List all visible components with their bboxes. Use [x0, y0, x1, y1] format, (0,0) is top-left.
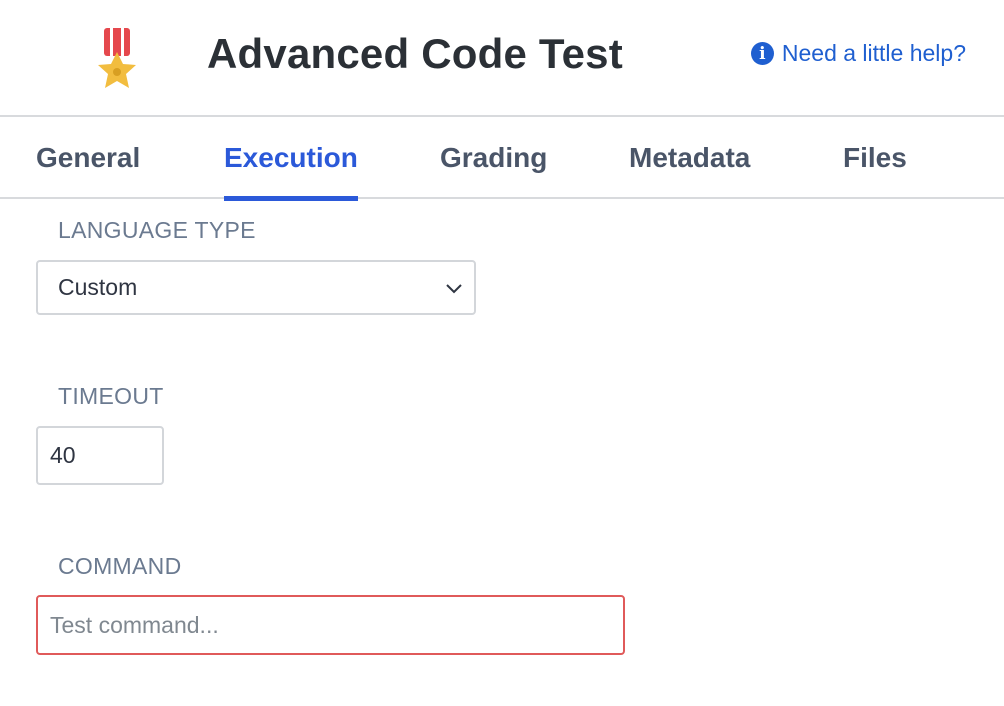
language-type-label: LANGUAGE TYPE: [58, 217, 256, 243]
page-header: Advanced Code Test i Need a little help?: [0, 0, 1004, 117]
timeout-input[interactable]: [36, 426, 164, 485]
chevron-down-icon: [446, 284, 462, 294]
info-icon: i: [750, 42, 774, 65]
tab-general[interactable]: General: [36, 117, 140, 199]
timeout-label: TIMEOUT: [58, 383, 164, 409]
tab-execution[interactable]: Execution: [224, 117, 358, 201]
command-label: COMMAND: [58, 553, 182, 579]
command-input[interactable]: [36, 595, 625, 655]
help-link-label: Need a little help?: [781, 40, 966, 66]
medal-icon: [98, 28, 136, 88]
tab-grading[interactable]: Grading: [440, 117, 547, 199]
tab-files[interactable]: Files: [843, 117, 907, 199]
language-type-value: Custom: [58, 274, 138, 300]
help-link[interactable]: i Need a little help?: [750, 40, 966, 67]
language-type-select[interactable]: Custom: [36, 260, 476, 315]
page-title: Advanced Code Test: [207, 30, 623, 77]
tab-metadata[interactable]: Metadata: [629, 117, 750, 199]
tab-bar: General Execution Grading Metadata Files: [0, 117, 1004, 201]
